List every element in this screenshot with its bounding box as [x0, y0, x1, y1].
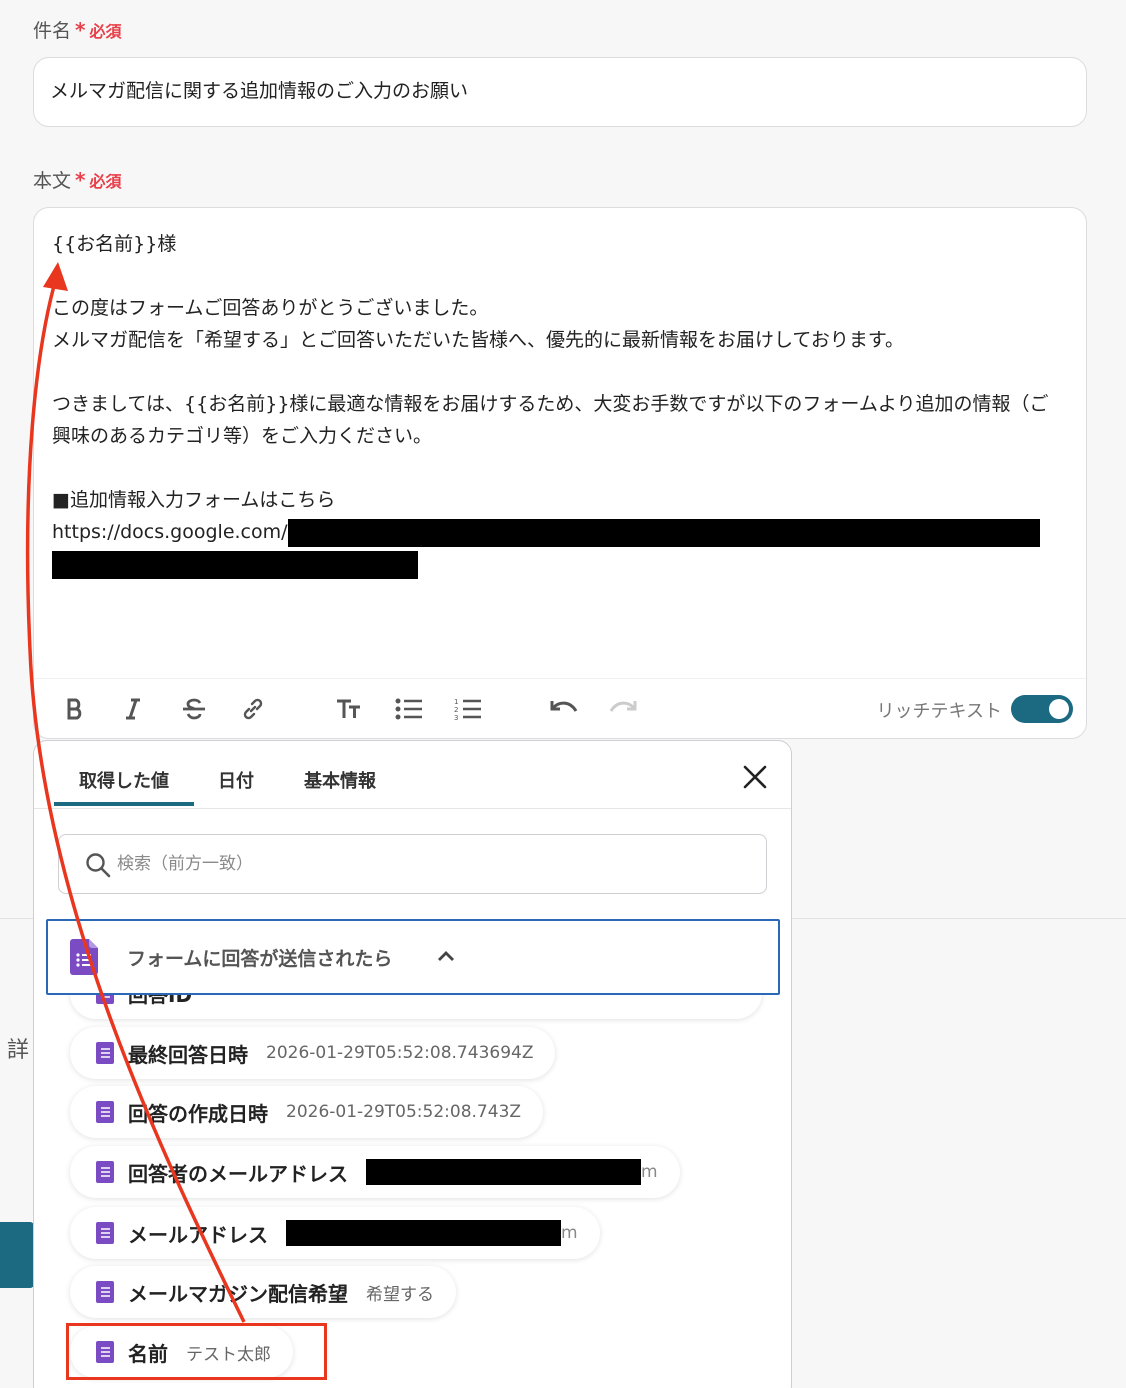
value-item-name: 最終回答日時: [128, 1042, 248, 1067]
rich-text-label: リッチテキスト: [876, 701, 1002, 722]
body-line: この度はフォームご回答ありがとうございました。: [52, 297, 489, 319]
google-forms-icon: [96, 1101, 114, 1123]
bold-icon: [67, 698, 82, 720]
strikethrough-button[interactable]: [177, 693, 211, 725]
chevron-up-icon: [438, 951, 454, 961]
redacted-value: [366, 1159, 641, 1185]
redacted-url: [287, 518, 1040, 547]
variable-picker-popup: 取得した値 日付 基本情報 フォームに回答が送信されたら 回答ID 最終回答日時…: [33, 740, 792, 1388]
value-item-value: 2026-01-29T05:52:08.743Z: [286, 1102, 522, 1122]
body-url-line: https://docs.google.com/: [52, 516, 1062, 548]
body-url-line: [52, 548, 1062, 580]
value-item-value-tail: m: [641, 1162, 658, 1182]
value-item-newsletter-preference[interactable]: メールマガジン配信希望 希望する: [70, 1266, 456, 1318]
value-item-value-tail: m: [561, 1223, 578, 1243]
value-item-name: メールアドレス: [128, 1222, 268, 1247]
required-badge: 必須: [89, 21, 122, 41]
value-item-name-field[interactable]: 名前 テスト太郎: [70, 1326, 293, 1378]
value-item-name: 回答の作成日時: [128, 1101, 268, 1126]
toggle-knob: [1049, 699, 1069, 719]
italic-icon: [126, 698, 140, 720]
redo-button[interactable]: [606, 693, 640, 725]
body-label-text: 本文: [33, 170, 72, 192]
body-editor[interactable]: {{お名前}}様 この度はフォームご回答ありがとうございました。 メルマガ配信を…: [33, 207, 1087, 739]
value-item-response-created-time[interactable]: 回答の作成日時 2026-01-29T05:52:08.743Z: [70, 1086, 544, 1138]
strikethrough-icon: [183, 698, 205, 720]
google-forms-icon: [96, 1281, 114, 1303]
body-blank-line: [52, 452, 1062, 484]
value-item-name: メールマガジン配信希望: [128, 1281, 348, 1306]
heading-icon: [337, 699, 360, 718]
value-item-value: 希望する: [366, 1284, 434, 1305]
background-section-label: 詳: [7, 1038, 30, 1063]
svg-text:1: 1: [454, 698, 458, 706]
google-forms-icon: [70, 939, 98, 975]
subject-label-text: 件名: [33, 20, 72, 42]
body-line: {{お名前}}様: [52, 233, 177, 255]
body-line: メルマガ配信を「希望する」とご回答いただいた皆様へ、優先的に最新情報をお届けして…: [52, 329, 904, 351]
svg-text:2: 2: [454, 706, 458, 714]
body-line: ■追加情報入力フォームはこちら: [52, 489, 336, 511]
subject-label: 件名 * 必須: [33, 16, 122, 43]
redo-icon: [609, 701, 637, 712]
google-forms-icon: [96, 1161, 114, 1183]
value-item-value: テスト太郎: [186, 1344, 271, 1365]
bullet-list-button[interactable]: [392, 693, 426, 725]
google-forms-icon: [96, 1222, 114, 1244]
value-item-respondent-email[interactable]: 回答者のメールアドレス m: [70, 1146, 680, 1198]
body-label: 本文 * 必須: [33, 166, 122, 193]
undo-button[interactable]: [547, 693, 581, 725]
body-url: https://docs.google.com/: [52, 521, 288, 543]
google-forms-icon: [96, 1042, 114, 1064]
background-button[interactable]: [0, 1222, 34, 1288]
redacted-value: [286, 1220, 561, 1246]
redacted-url: [52, 550, 418, 579]
required-star: *: [75, 17, 86, 42]
value-item-value: 2026-01-29T05:52:08.743694Z: [266, 1043, 534, 1063]
numbered-list-button[interactable]: 123: [451, 693, 485, 725]
link-button[interactable]: [236, 693, 270, 725]
heading-button[interactable]: [332, 693, 366, 725]
link-icon: [243, 698, 263, 720]
required-star: *: [75, 167, 86, 192]
italic-button[interactable]: [116, 693, 150, 725]
body-blank-line: [52, 260, 1062, 292]
value-item-last-response-time[interactable]: 最終回答日時 2026-01-29T05:52:08.743694Z: [70, 1027, 556, 1079]
svg-text:3: 3: [454, 714, 458, 721]
editor-toolbar: 123 リッチテキスト: [34, 678, 1086, 738]
subject-input[interactable]: メルマガ配信に関する追加情報のご入力のお願い: [33, 57, 1087, 127]
bold-button[interactable]: [58, 693, 92, 725]
body-text[interactable]: {{お名前}}様 この度はフォームご回答ありがとうございました。 メルマガ配信を…: [52, 228, 1062, 580]
numbered-list-icon: 123: [454, 698, 481, 721]
required-badge: 必須: [89, 171, 122, 191]
value-item-email[interactable]: メールアドレス m: [70, 1207, 600, 1259]
trigger-group-title: フォームに回答が送信されたら: [127, 948, 393, 970]
undo-icon: [550, 701, 578, 712]
bullet-list-icon: [395, 698, 422, 720]
trigger-group-header[interactable]: フォームに回答が送信されたら: [46, 919, 780, 995]
body-line: つきましては、{{お名前}}様に最適な情報をお届けするため、大変お手数ですが以下…: [52, 393, 1049, 447]
value-item-name: 名前: [128, 1341, 168, 1366]
google-forms-icon: [96, 1341, 114, 1363]
value-item-name: 回答者のメールアドレス: [128, 1161, 348, 1186]
value-list: 回答ID 最終回答日時 2026-01-29T05:52:08.743694Z …: [34, 741, 791, 1388]
body-blank-line: [52, 356, 1062, 388]
rich-text-toggle[interactable]: [1011, 695, 1073, 723]
